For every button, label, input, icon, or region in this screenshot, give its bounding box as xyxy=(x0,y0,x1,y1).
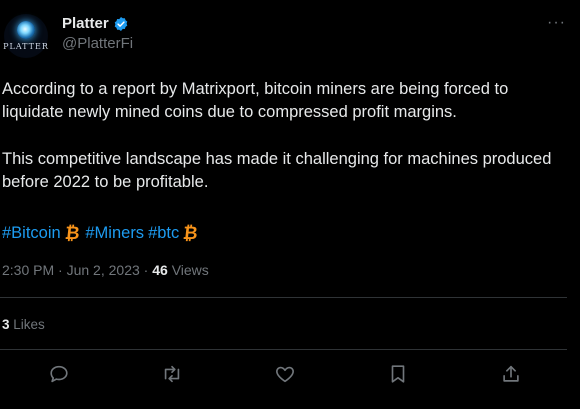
hashtag-bitcoin[interactable]: #Bitcoin xyxy=(2,224,61,243)
repost-icon xyxy=(164,365,180,383)
bookmark-icon xyxy=(391,365,405,383)
likes-count: 3 xyxy=(2,317,10,332)
hashtag-miners[interactable]: #Miners xyxy=(85,224,144,243)
hashtag-btc[interactable]: #btc xyxy=(148,224,179,243)
share-button[interactable] xyxy=(500,363,522,385)
likes-label: Likes xyxy=(13,317,45,332)
post-paragraph-2: This competitive landscape has made it c… xyxy=(2,150,552,191)
heart-icon xyxy=(276,366,294,383)
views-label: Views xyxy=(171,262,209,278)
meta-separator: · xyxy=(143,262,149,278)
bitcoin-emoji-icon: ₿ xyxy=(182,223,200,243)
bitcoin-emoji-icon: ₿ xyxy=(63,223,81,243)
reply-icon xyxy=(50,365,68,383)
post-meta: 2:30 PM · Jun 2, 2023 · 46 Views xyxy=(2,262,209,278)
more-options-icon[interactable]: ··· xyxy=(547,14,566,32)
action-bar xyxy=(0,363,580,385)
divider xyxy=(0,297,567,298)
post-date[interactable]: Jun 2, 2023 xyxy=(67,262,140,278)
verified-badge-icon xyxy=(114,16,127,31)
views-count: 46 xyxy=(152,262,168,278)
avatar-wordmark: PLATTER xyxy=(3,42,49,51)
avatar-orb-icon xyxy=(17,21,35,39)
reply-button[interactable] xyxy=(48,363,70,385)
meta-separator: · xyxy=(58,262,63,278)
likes-summary[interactable]: 3 Likes xyxy=(2,317,45,332)
bookmark-button[interactable] xyxy=(387,363,409,385)
author-handle[interactable]: @PlatterFi xyxy=(62,35,133,52)
avatar[interactable]: PLATTER xyxy=(3,14,49,58)
repost-button[interactable] xyxy=(161,363,183,385)
share-icon xyxy=(503,365,519,382)
author-block: Platter @PlatterFi xyxy=(62,15,133,52)
divider xyxy=(0,349,567,350)
post-body: According to a report by Matrixport, bit… xyxy=(2,78,572,218)
author-name[interactable]: Platter xyxy=(62,15,109,32)
post-time[interactable]: 2:30 PM xyxy=(2,262,54,278)
hashtag-row: #Bitcoin ₿ #Miners #btc ₿ xyxy=(2,223,204,244)
like-button[interactable] xyxy=(274,363,296,385)
post-paragraph-1: According to a report by Matrixport, bit… xyxy=(2,80,509,121)
